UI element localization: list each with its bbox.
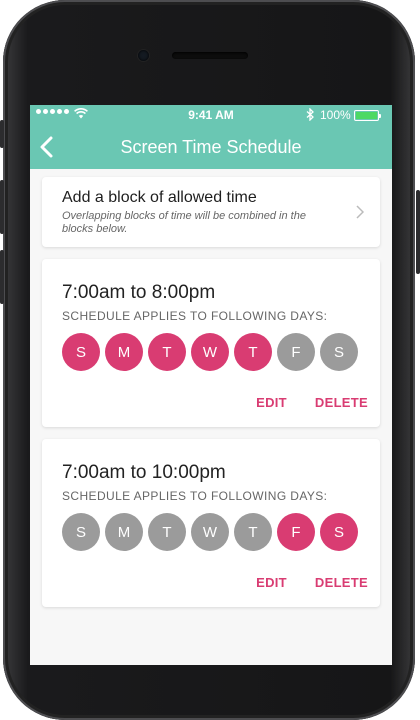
- schedule-time-range: 7:00am to 8:00pm: [62, 282, 216, 303]
- day-toggle[interactable]: T: [148, 333, 186, 371]
- day-selector: SMTWTFS: [62, 333, 358, 371]
- day-toggle[interactable]: W: [191, 333, 229, 371]
- delete-button[interactable]: DELETE: [315, 575, 368, 590]
- schedule-actions: EDIT DELETE: [256, 395, 368, 410]
- day-toggle[interactable]: S: [62, 513, 100, 551]
- schedule-actions: EDIT DELETE: [256, 575, 368, 590]
- volume-down-button: [0, 250, 4, 304]
- volume-up-button: [0, 180, 4, 234]
- earpiece-speaker: [172, 52, 248, 59]
- day-toggle[interactable]: T: [148, 513, 186, 551]
- mute-switch: [0, 120, 4, 148]
- screen: 9:41 AM 100% Screen Time Schedule Add a …: [30, 105, 392, 665]
- day-toggle[interactable]: F: [277, 513, 315, 551]
- navigation-bar: Screen Time Schedule: [30, 125, 392, 169]
- schedule-applies-label: SCHEDULE APPLIES TO FOLLOWING DAYS:: [62, 309, 328, 323]
- day-toggle[interactable]: W: [191, 513, 229, 551]
- edit-button[interactable]: EDIT: [256, 395, 287, 410]
- page-title: Screen Time Schedule: [120, 137, 302, 157]
- add-block-title: Add a block of allowed time: [62, 189, 257, 206]
- day-toggle[interactable]: T: [234, 333, 272, 371]
- day-toggle[interactable]: S: [62, 333, 100, 371]
- day-toggle[interactable]: M: [105, 333, 143, 371]
- day-selector: SMTWTFS: [62, 513, 358, 551]
- power-button: [416, 190, 420, 274]
- edit-button[interactable]: EDIT: [256, 575, 287, 590]
- day-toggle[interactable]: T: [234, 513, 272, 551]
- content: Add a block of allowed time Overlapping …: [30, 169, 392, 627]
- schedule-time-range: 7:00am to 10:00pm: [62, 462, 226, 483]
- day-toggle[interactable]: S: [320, 333, 358, 371]
- status-bar: 9:41 AM 100%: [30, 105, 392, 125]
- add-block-row[interactable]: Add a block of allowed time Overlapping …: [42, 177, 380, 247]
- delete-button[interactable]: DELETE: [315, 395, 368, 410]
- chevron-right-icon: [356, 205, 364, 219]
- battery-percentage: 100%: [320, 108, 351, 122]
- day-toggle[interactable]: F: [277, 333, 315, 371]
- schedule-card: 7:00am to 10:00pm SCHEDULE APPLIES TO FO…: [42, 439, 380, 607]
- day-toggle[interactable]: M: [105, 513, 143, 551]
- schedule-applies-label: SCHEDULE APPLIES TO FOLLOWING DAYS:: [62, 489, 328, 503]
- bluetooth-icon: [306, 108, 314, 121]
- front-camera: [138, 50, 149, 61]
- schedule-card: 7:00am to 8:00pm SCHEDULE APPLIES TO FOL…: [42, 259, 380, 427]
- day-toggle[interactable]: S: [320, 513, 358, 551]
- battery-icon: [354, 110, 381, 121]
- add-block-subtitle: Overlapping blocks of time will be combi…: [62, 210, 306, 235]
